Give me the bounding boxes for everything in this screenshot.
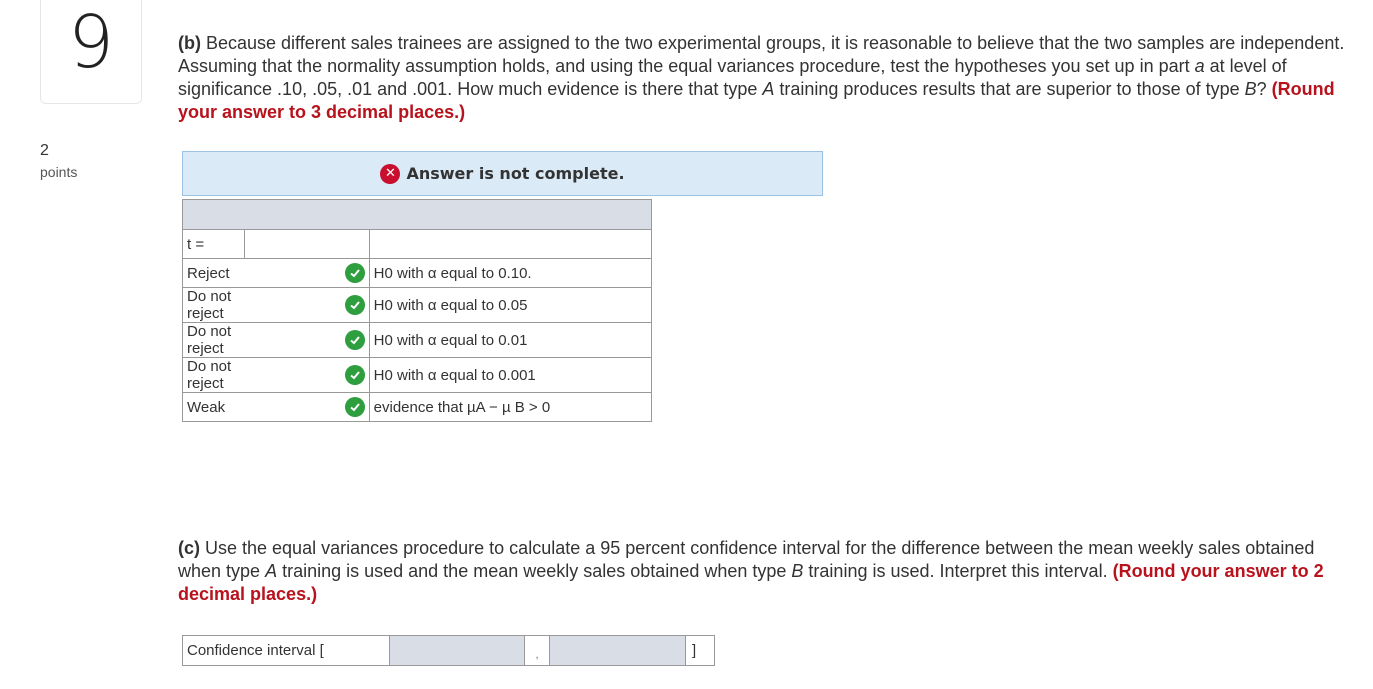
table-header-row — [182, 199, 652, 230]
points-value: 2 — [40, 142, 49, 159]
statement-text: H0 with α equal to 0.01 — [368, 322, 653, 358]
ci-separator: , — [535, 647, 539, 661]
part-b-question: (b) Because different sales trainees are… — [178, 32, 1358, 124]
part-c-text: training is used. Interpret this interva… — [803, 561, 1113, 581]
t-label: t = — [182, 229, 245, 259]
check-cell — [244, 392, 370, 422]
check-cell — [244, 258, 370, 288]
check-circle-icon — [344, 263, 365, 283]
ci-lower-input[interactable] — [390, 636, 525, 665]
part-c-italic: A — [265, 561, 278, 581]
check-circle-icon — [344, 397, 365, 417]
check-circle-icon — [344, 295, 365, 315]
ci-upper-input[interactable] — [549, 636, 686, 665]
t-value-input[interactable] — [243, 229, 370, 259]
ci-close-bracket: ] — [692, 642, 697, 659]
table-row: Do not reject H0 with α equal to 0.05 — [182, 287, 653, 323]
answer-table: t = Reject H0 with α equal to 0.10. Do n… — [182, 199, 653, 422]
table-row: Reject H0 with α equal to 0.10. — [182, 258, 653, 288]
part-b-italic: B — [1244, 79, 1257, 99]
part-b-text: ? — [1256, 79, 1272, 99]
part-c-label: (c) — [178, 538, 200, 558]
check-cell — [244, 357, 370, 393]
check-cell — [244, 287, 370, 323]
part-b-italic: a — [1194, 56, 1205, 76]
table-row: Weak evidence that µA − µ B > 0 — [182, 392, 653, 422]
part-b-label: (b) — [178, 33, 201, 53]
check-circle-icon — [344, 330, 365, 350]
confidence-interval-row: Confidence interval [ , ] — [182, 635, 715, 666]
table-row: Do not reject H0 with α equal to 0.001 — [182, 357, 653, 393]
statement-text: H0 with α equal to 0.05 — [368, 287, 653, 323]
part-b-text: training produces results that are super… — [774, 79, 1245, 99]
answer-status-banner: ✕ Answer is not complete. — [182, 151, 823, 196]
part-c-italic: B — [791, 561, 804, 581]
evidence-select[interactable]: Weak — [182, 392, 245, 422]
t-value-row: t = — [182, 229, 653, 259]
confidence-interval-label: Confidence interval [ — [183, 636, 390, 665]
decision-select[interactable]: Do not reject — [182, 287, 245, 323]
statement-text: H0 with α equal to 0.001 — [368, 357, 653, 393]
table-row: Do not reject H0 with α equal to 0.01 — [182, 322, 653, 358]
t-statement-cell — [368, 229, 653, 259]
check-cell — [244, 322, 370, 358]
part-b-italic: A — [762, 79, 775, 99]
check-circle-icon — [344, 365, 365, 385]
decision-select[interactable]: Do not reject — [182, 322, 245, 358]
table-header-cell — [182, 199, 652, 230]
question-number: 9 — [68, 0, 114, 84]
decision-select[interactable]: Do not reject — [182, 357, 245, 393]
question-number-card: 9 — [40, 0, 142, 104]
part-b-text: Because different sales trainees are ass… — [178, 33, 1345, 76]
part-c-question: (c) Use the equal variances procedure to… — [178, 537, 1358, 606]
statement-text: H0 with α equal to 0.10. — [368, 258, 653, 288]
points-label: points — [40, 164, 78, 180]
x-circle-icon: ✕ — [380, 163, 401, 184]
part-c-text: training is used and the mean weekly sal… — [277, 561, 792, 581]
answer-status-text: Answer is not complete. — [406, 164, 625, 183]
statement-text: evidence that µA − µ B > 0 — [368, 392, 653, 422]
decision-select[interactable]: Reject — [182, 258, 245, 288]
